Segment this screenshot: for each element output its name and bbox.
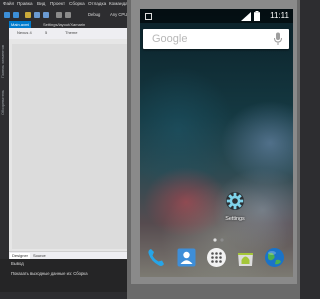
platform-dropdown[interactable]: Any CPU <box>110 12 127 18</box>
forward-icon[interactable] <box>13 12 19 18</box>
page-indicator <box>213 238 224 242</box>
phone-icon[interactable] <box>146 247 167 268</box>
config-dropdown[interactable]: Debug <box>88 12 100 18</box>
device-select[interactable]: Nexus 4 <box>17 30 32 36</box>
tab-main-axml[interactable]: Main.axml <box>9 21 32 28</box>
redo-icon[interactable] <box>65 12 71 18</box>
document-tabs: Main.axml Settings/layout/Xamarin <box>9 20 129 28</box>
output-source-label: Показать выходные данные из: Сборка <box>11 271 88 276</box>
left-tool-rail: Панель элементов Обозреватель <box>0 20 9 270</box>
undo-icon[interactable] <box>56 12 62 18</box>
designer-canvas[interactable] <box>12 44 128 249</box>
notification-icon <box>145 13 152 20</box>
app-dock <box>140 245 293 277</box>
settings-gear-icon <box>226 192 244 210</box>
android-market-icon[interactable] <box>235 247 256 268</box>
android-screen[interactable]: 11:11 Google Settings <box>140 9 293 277</box>
menu-build[interactable]: Сборка <box>69 1 85 7</box>
search-placeholder: Google <box>152 33 188 45</box>
tab-settings-layout[interactable]: Settings/layout/Xamarin <box>41 21 87 28</box>
menu-debug[interactable]: Отладка <box>88 1 106 7</box>
menu-team[interactable]: Команда <box>109 1 128 7</box>
menu-file[interactable]: Файл <box>3 1 14 7</box>
save-icon[interactable] <box>34 12 40 18</box>
app-drawer-icon[interactable] <box>206 247 227 268</box>
save-all-icon[interactable] <box>43 12 49 18</box>
android-status-bar: 11:11 <box>140 9 293 23</box>
clock: 11:11 <box>270 11 289 20</box>
contacts-icon[interactable] <box>176 247 197 268</box>
output-title: Вывод <box>11 261 24 266</box>
zoom-select[interactable]: 5 <box>45 30 47 36</box>
menu-project[interactable]: Проект <box>50 1 65 7</box>
settings-app-shortcut[interactable]: Settings <box>216 191 254 231</box>
microphone-icon[interactable] <box>273 32 283 46</box>
battery-icon <box>254 11 260 21</box>
wifi-signal-icon <box>241 12 251 21</box>
toolbox-tab[interactable]: Панель элементов <box>1 45 8 78</box>
menu-view[interactable]: Вид <box>37 1 45 7</box>
google-search-bar[interactable]: Google <box>143 29 289 49</box>
settings-app-label: Settings <box>225 216 245 222</box>
back-icon[interactable] <box>4 12 10 18</box>
ide-toolbar: Debug Any CPU <box>0 10 140 20</box>
browser-globe-icon[interactable] <box>264 247 285 268</box>
explorer-tab[interactable]: Обозреватель <box>1 90 8 115</box>
menu-edit[interactable]: Правка <box>17 1 33 7</box>
open-folder-icon[interactable] <box>25 12 31 18</box>
theme-select[interactable]: Theme <box>65 30 77 36</box>
ide-menubar: Файл Правка Вид Проект Сборка Отладка Ко… <box>0 0 140 10</box>
